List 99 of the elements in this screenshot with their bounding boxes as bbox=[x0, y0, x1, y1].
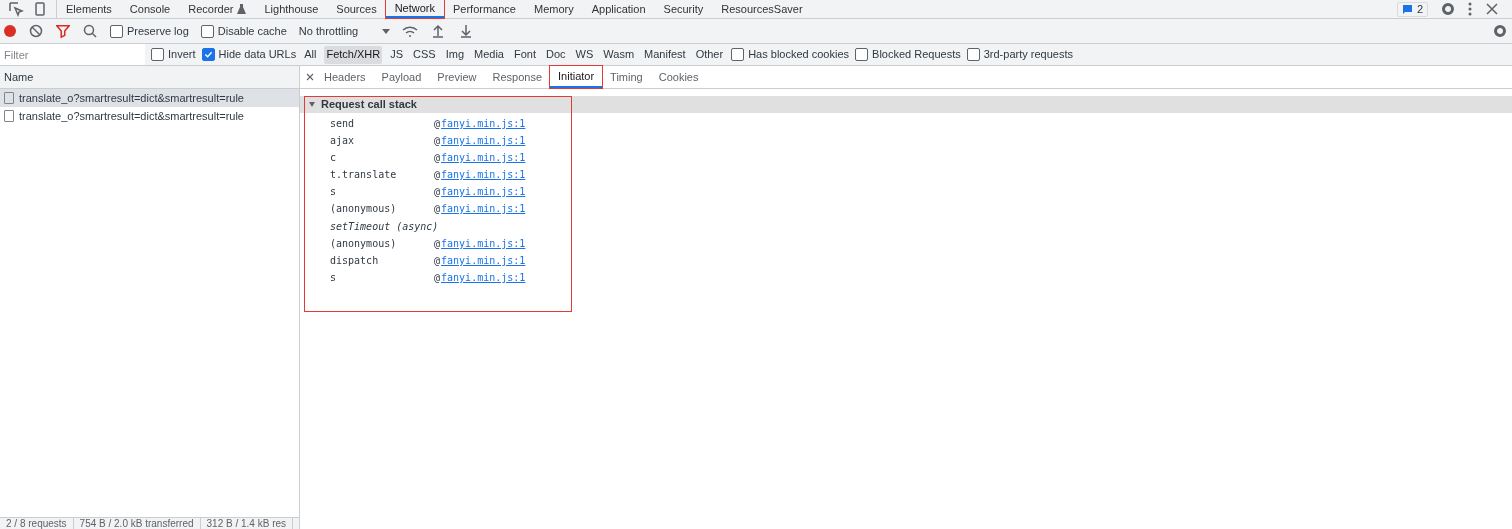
checkbox[interactable] bbox=[110, 24, 123, 38]
function-name: send bbox=[330, 117, 356, 131]
message-icon bbox=[1401, 3, 1413, 15]
at-sign: @ bbox=[434, 185, 441, 199]
panel-tab[interactable]: Elements bbox=[57, 0, 121, 18]
file-icon bbox=[4, 92, 14, 104]
panel-tab[interactable]: Memory bbox=[525, 0, 583, 18]
file-icon bbox=[4, 110, 14, 122]
type-filter[interactable]: Font bbox=[512, 45, 538, 64]
wifi-settings-icon[interactable] bbox=[402, 23, 419, 39]
at-sign: @ bbox=[434, 237, 441, 251]
checkbox[interactable] bbox=[966, 48, 980, 61]
source-link[interactable]: fanyi.min.js:1 bbox=[441, 133, 526, 148]
source-link[interactable]: fanyi.min.js:1 bbox=[441, 150, 526, 165]
request-name: translate_o?smartresult=dict&smartresult=rule bbox=[19, 90, 244, 106]
function-name: c bbox=[330, 151, 338, 165]
checkbox-label: Disable cache bbox=[217, 23, 287, 39]
checkbox-label: Hide data URLs bbox=[218, 47, 297, 63]
panel-tab[interactable]: Console bbox=[120, 0, 180, 18]
clear-icon[interactable] bbox=[28, 23, 44, 39]
type-filter[interactable]: Other bbox=[693, 45, 726, 64]
more-icon[interactable] bbox=[1468, 2, 1472, 16]
call-stack-header[interactable]: Request call stack bbox=[300, 96, 1512, 113]
source-link[interactable]: fanyi.min.js:1 bbox=[441, 270, 526, 285]
function-name: s bbox=[330, 271, 338, 285]
checkbox-label: 3rd-party requests bbox=[983, 47, 1073, 63]
type-filter[interactable]: Doc bbox=[544, 45, 568, 64]
function-name: s bbox=[330, 185, 338, 199]
detail-tab[interactable]: Preview bbox=[429, 66, 485, 88]
status-text: 754 B / 2.0 kB transferred bbox=[73, 518, 201, 529]
panel-tab[interactable]: Sources bbox=[327, 0, 386, 18]
at-sign: @ bbox=[434, 117, 441, 131]
at-sign: @ bbox=[434, 271, 441, 285]
panel-tab[interactable]: Lighthouse bbox=[255, 0, 328, 18]
function-name: (anonymous) bbox=[330, 237, 398, 251]
source-link[interactable]: fanyi.min.js:1 bbox=[441, 201, 526, 216]
type-filter[interactable]: Fetch/XHR bbox=[324, 45, 383, 64]
type-filter[interactable]: JS bbox=[388, 45, 406, 64]
status-text: 2 / 8 requests bbox=[0, 518, 74, 529]
type-filter[interactable]: Img bbox=[443, 45, 466, 64]
column-header: Name bbox=[0, 66, 299, 89]
panel-tab[interactable]: Application bbox=[582, 0, 655, 18]
function-name: (anonymous) bbox=[330, 202, 398, 216]
detail-tab[interactable]: Payload bbox=[373, 66, 430, 88]
source-link[interactable]: fanyi.min.js:1 bbox=[441, 184, 526, 199]
panel-tab[interactable]: Security bbox=[654, 0, 713, 18]
checkbox-label: Has blocked cookies bbox=[748, 47, 850, 63]
panel-tab[interactable]: ResourcesSaver bbox=[712, 0, 812, 18]
source-link[interactable]: fanyi.min.js:1 bbox=[441, 116, 526, 131]
search-icon[interactable] bbox=[82, 23, 98, 39]
request-row[interactable]: translate_o?smartresult=dict&smartresult=rule bbox=[0, 89, 299, 107]
detail-tab[interactable]: Timing bbox=[602, 66, 651, 88]
type-filter[interactable]: Manifest bbox=[642, 45, 688, 64]
at-sign: @ bbox=[434, 254, 441, 268]
function-name: t.translate bbox=[330, 168, 398, 182]
source-link[interactable]: fanyi.min.js:1 bbox=[441, 167, 526, 182]
source-link[interactable]: fanyi.min.js:1 bbox=[441, 236, 526, 251]
detail-tab[interactable]: Response bbox=[484, 66, 550, 88]
checkbox[interactable] bbox=[200, 24, 214, 38]
checkbox[interactable] bbox=[731, 48, 745, 61]
checkbox[interactable] bbox=[855, 48, 869, 61]
type-filter[interactable]: Wasm bbox=[601, 45, 637, 64]
at-sign: @ bbox=[434, 202, 441, 216]
type-filter[interactable]: All bbox=[302, 45, 319, 64]
close-icon[interactable] bbox=[304, 71, 316, 83]
checkbox-label: Blocked Requests bbox=[872, 47, 961, 63]
at-sign: @ bbox=[434, 134, 441, 148]
function-name: dispatch bbox=[330, 254, 380, 268]
type-filter[interactable]: CSS bbox=[411, 45, 438, 64]
issues-badge[interactable]: 2 bbox=[1396, 1, 1428, 17]
detail-tab[interactable]: Headers bbox=[316, 66, 374, 88]
checkbox[interactable] bbox=[151, 48, 164, 61]
type-filter[interactable]: Media bbox=[472, 45, 506, 64]
checkbox[interactable] bbox=[201, 48, 215, 61]
status-text: 312 B / 1.4 kB res bbox=[200, 518, 294, 529]
async-frame: setTimeout (async) bbox=[330, 217, 1512, 235]
detail-tab[interactable]: Cookies bbox=[650, 66, 707, 88]
filter-icon[interactable] bbox=[56, 24, 70, 38]
checkbox-label: Preserve log bbox=[127, 23, 189, 39]
type-filter[interactable]: WS bbox=[573, 45, 596, 64]
source-link[interactable]: fanyi.min.js:1 bbox=[441, 253, 526, 268]
function-name: ajax bbox=[330, 134, 356, 148]
close-icon[interactable] bbox=[1484, 1, 1500, 17]
checkbox-label: Invert bbox=[168, 47, 196, 63]
record-button[interactable] bbox=[4, 25, 16, 37]
panel-tab[interactable]: Recorder bbox=[179, 0, 256, 18]
panel-tab[interactable]: Performance bbox=[444, 0, 525, 18]
check-icon bbox=[203, 50, 213, 59]
inspect-icon[interactable] bbox=[8, 1, 24, 17]
at-sign: @ bbox=[434, 151, 441, 165]
throttling-dropdown[interactable]: No throttling bbox=[298, 22, 391, 40]
issues-count: 2 bbox=[1416, 1, 1423, 17]
filter-field[interactable]: Filter bbox=[0, 44, 145, 65]
caret-icon bbox=[382, 28, 391, 34]
detail-tab[interactable]: Initiator bbox=[550, 66, 603, 88]
triangle-icon bbox=[309, 102, 315, 107]
request-name: translate_o?smartresult=dict&smartresult=rule bbox=[19, 108, 244, 124]
device-icon[interactable] bbox=[32, 1, 48, 17]
at-sign: @ bbox=[434, 168, 441, 182]
